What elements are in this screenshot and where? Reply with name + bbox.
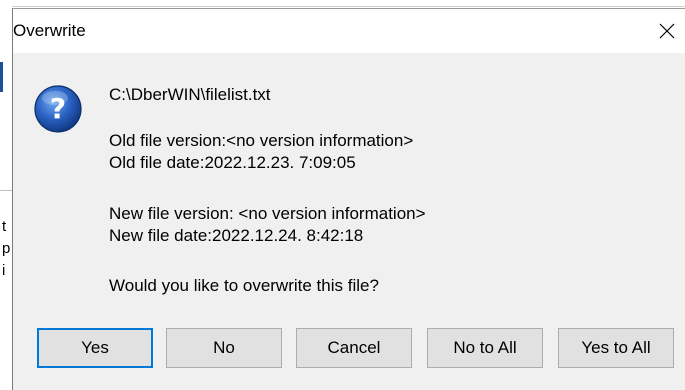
- dialog-body: ? C:\DberWIN\filelist.txt Old file versi…: [13, 53, 685, 390]
- close-icon: [659, 23, 675, 39]
- background-window-edge: [0, 6, 685, 7]
- svg-text:?: ?: [50, 92, 66, 125]
- background-text-fragment: t: [2, 218, 7, 235]
- screen: t p i Overwrite ? C:\DberWIN\filelist.tx…: [0, 0, 685, 390]
- background-text-fragment: i: [2, 262, 6, 279]
- background-window-accent: [0, 62, 3, 92]
- close-button[interactable]: [649, 9, 685, 53]
- new-file-date: New file date:2022.12.24. 8:42:18: [109, 226, 364, 245]
- question-icon: ?: [34, 85, 82, 133]
- overwrite-question: Would you like to overwrite this file?: [109, 276, 379, 295]
- cancel-button[interactable]: Cancel: [296, 328, 412, 368]
- old-file-version: Old file version:<no version information…: [109, 131, 414, 150]
- no-button[interactable]: No: [166, 328, 282, 368]
- file-path: C:\DberWIN\filelist.txt: [109, 85, 271, 104]
- no-to-all-button[interactable]: No to All: [427, 328, 543, 368]
- overwrite-dialog: Overwrite ? C:\DberWIN\filelist.txt Old …: [12, 8, 685, 390]
- dialog-title: Overwrite: [13, 21, 86, 40]
- background-window-divider: [0, 190, 12, 191]
- old-file-date: Old file date:2022.12.23. 7:09:05: [109, 153, 356, 172]
- yes-button[interactable]: Yes: [37, 328, 153, 368]
- dialog-titlebar[interactable]: Overwrite: [13, 9, 685, 53]
- new-file-version: New file version: <no version informatio…: [109, 204, 426, 223]
- yes-to-all-button[interactable]: Yes to All: [558, 328, 674, 368]
- background-text-fragment: p: [2, 240, 11, 257]
- background-window: t p i: [0, 0, 12, 390]
